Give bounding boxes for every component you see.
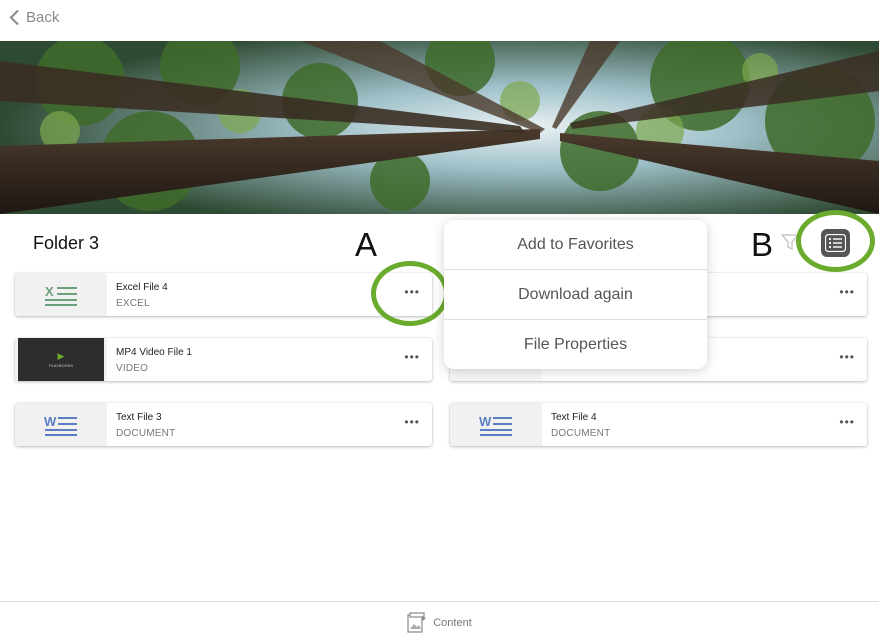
- video-thumbnail: ▶ PLAYBOOKS: [18, 338, 104, 381]
- content-icon: [407, 611, 427, 633]
- svg-text:W: W: [479, 414, 492, 429]
- chevron-left-icon: [9, 9, 19, 26]
- more-options-button[interactable]: •••: [839, 350, 855, 364]
- file-type: DOCUMENT: [551, 428, 611, 439]
- word-icon: W: [44, 414, 77, 436]
- word-icon: W: [479, 414, 512, 436]
- file-name: MP4 Video File 1: [116, 347, 192, 358]
- tab-content[interactable]: Content: [407, 611, 472, 634]
- highlight-ring-b: [796, 210, 875, 272]
- file-name: Text File 4: [551, 412, 597, 423]
- more-options-button[interactable]: •••: [839, 415, 855, 429]
- file-type: VIDEO: [116, 363, 149, 374]
- file-card-text-file-3[interactable]: W Text File 3 DOCUMENT •••: [15, 403, 432, 446]
- annotation-label-b: B: [751, 226, 774, 263]
- thumbnail-logo-text: PLAYBOOKS: [48, 363, 74, 368]
- more-options-button[interactable]: •••: [839, 285, 855, 299]
- menu-item-add-to-favorites[interactable]: Add to Favorites: [444, 220, 707, 270]
- top-bar: Back: [0, 0, 879, 41]
- menu-item-download-again[interactable]: Download again: [444, 270, 707, 320]
- bottom-nav: Content: [0, 601, 879, 643]
- more-options-button[interactable]: •••: [404, 350, 420, 364]
- menu-item-file-properties[interactable]: File Properties: [444, 320, 707, 369]
- file-card-text-file-4[interactable]: W Text File 4 DOCUMENT •••: [450, 403, 867, 446]
- tab-content-label: Content: [433, 616, 472, 629]
- file-type: DOCUMENT: [116, 428, 176, 439]
- file-name: Text File 3: [116, 412, 162, 423]
- file-context-menu: Add to Favorites Download again File Pro…: [444, 220, 707, 369]
- file-thumbnail: W: [15, 403, 107, 446]
- more-options-button[interactable]: •••: [404, 415, 420, 429]
- file-card-mp4-video-file-1[interactable]: ▶ PLAYBOOKS MP4 Video File 1 VIDEO •••: [15, 338, 432, 381]
- file-thumbnail: ▶ PLAYBOOKS: [15, 338, 107, 381]
- svg-text:W: W: [44, 414, 57, 429]
- annotation-label-a: A: [355, 226, 378, 263]
- back-label: Back: [26, 9, 60, 26]
- folder-title: Folder 3: [33, 233, 100, 253]
- highlight-ring-a: [371, 261, 449, 326]
- svg-text:X: X: [45, 284, 54, 299]
- back-button[interactable]: Back: [8, 9, 59, 26]
- file-card-excel-file-4[interactable]: X Excel File 4 EXCEL •••: [15, 273, 432, 316]
- file-thumbnail: X: [15, 273, 107, 316]
- play-icon: ▶: [57, 351, 65, 361]
- folder-banner-image: [0, 41, 879, 214]
- file-thumbnail: W: [450, 403, 542, 446]
- excel-icon: X: [45, 284, 77, 306]
